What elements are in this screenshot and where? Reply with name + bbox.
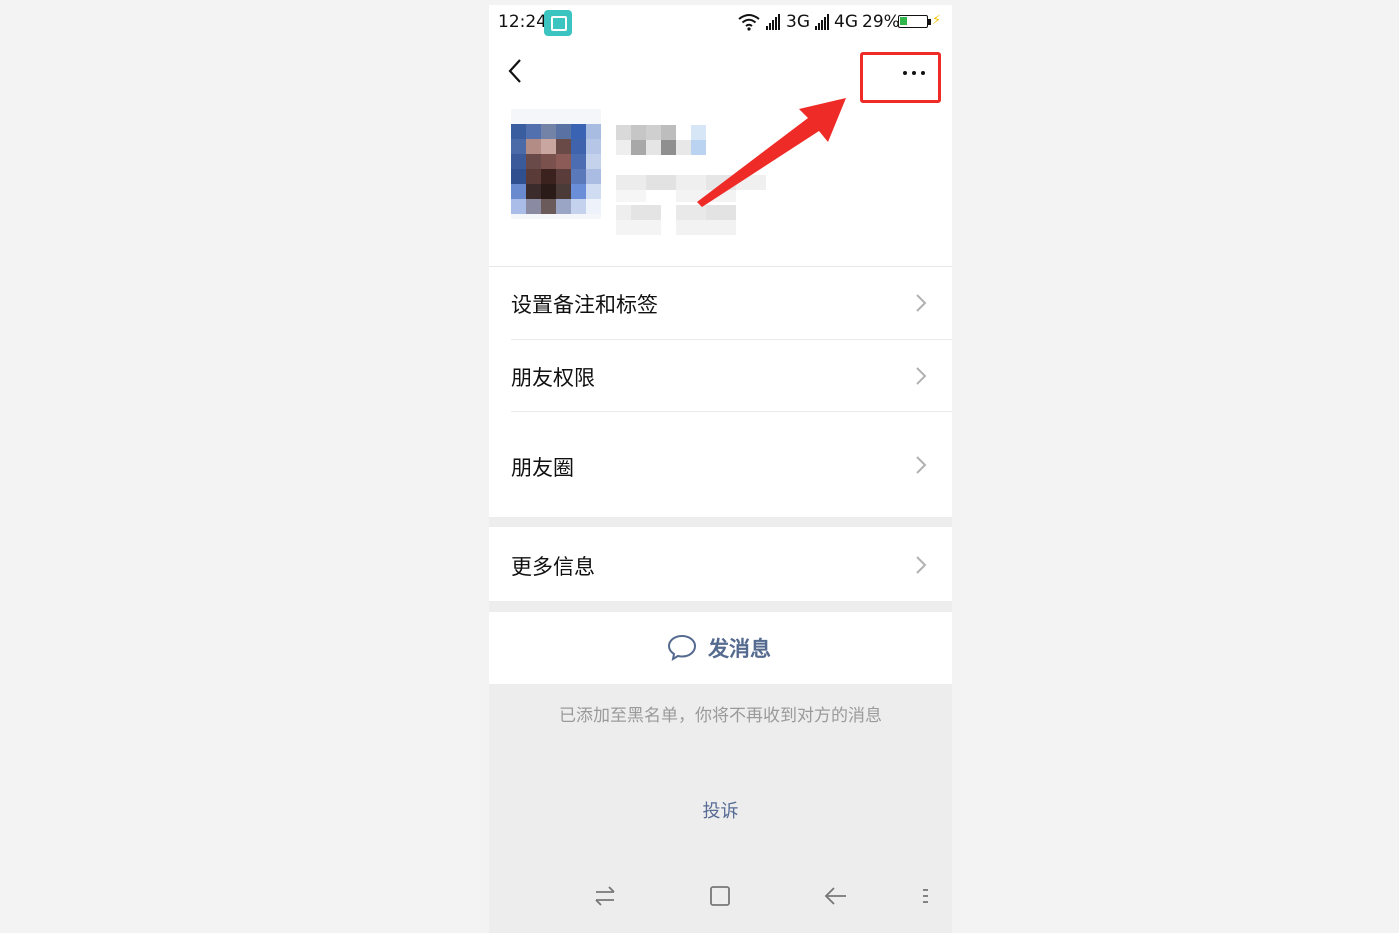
battery-icon [898,15,928,28]
signal-bars-icon [766,14,782,30]
avatar [511,109,601,219]
send-message-label: 发消息 [708,637,771,661]
chevron-right-icon [916,367,927,385]
complain-link[interactable]: 投诉 [489,797,952,823]
list-item-label: 朋友权限 [511,366,595,390]
annotation-arrow-icon [697,98,846,207]
battery-tip [928,19,931,25]
home-icon[interactable] [707,883,733,909]
list-item-label: 设置备注和标签 [511,293,658,317]
network-type-1: 3G [786,12,810,32]
annotation-highlight-box [860,52,941,103]
section-gap [489,517,952,527]
list-item-label: 朋友圈 [511,456,574,480]
screenshot-notification-icon [544,10,572,36]
list-item-permissions[interactable]: 朋友权限 [489,340,952,412]
battery-fill [900,17,907,25]
status-bar: 12:24 3G 4G 29% ⚡ [489,5,952,41]
back-nav-icon[interactable] [823,883,849,909]
chevron-right-icon [916,456,927,474]
blacklist-notice: 已添加至黑名单，你将不再收到对方的消息 [559,706,882,726]
list-item-moments[interactable]: 朋友圈 [489,412,952,517]
network-type-2: 4G [834,12,858,32]
list-item-label: 更多信息 [511,555,595,579]
list-item-more-info[interactable]: 更多信息 [489,527,952,601]
signal-bars-icon [815,14,831,30]
chevron-right-icon [916,294,927,312]
charging-bolt-icon: ⚡ [932,13,942,28]
battery-percent: 29% [862,12,900,32]
recent-apps-icon[interactable] [592,883,618,909]
status-time: 12:24 [498,12,547,32]
chat-bubble-icon [667,634,697,661]
back-arrow-icon[interactable] [503,57,527,85]
list-item-remark-tags[interactable]: 设置备注和标签 [489,267,952,339]
chevron-right-icon [916,556,927,574]
section-gap [489,601,952,612]
wifi-icon [738,14,760,31]
menu-nav-icon[interactable] [913,883,939,909]
